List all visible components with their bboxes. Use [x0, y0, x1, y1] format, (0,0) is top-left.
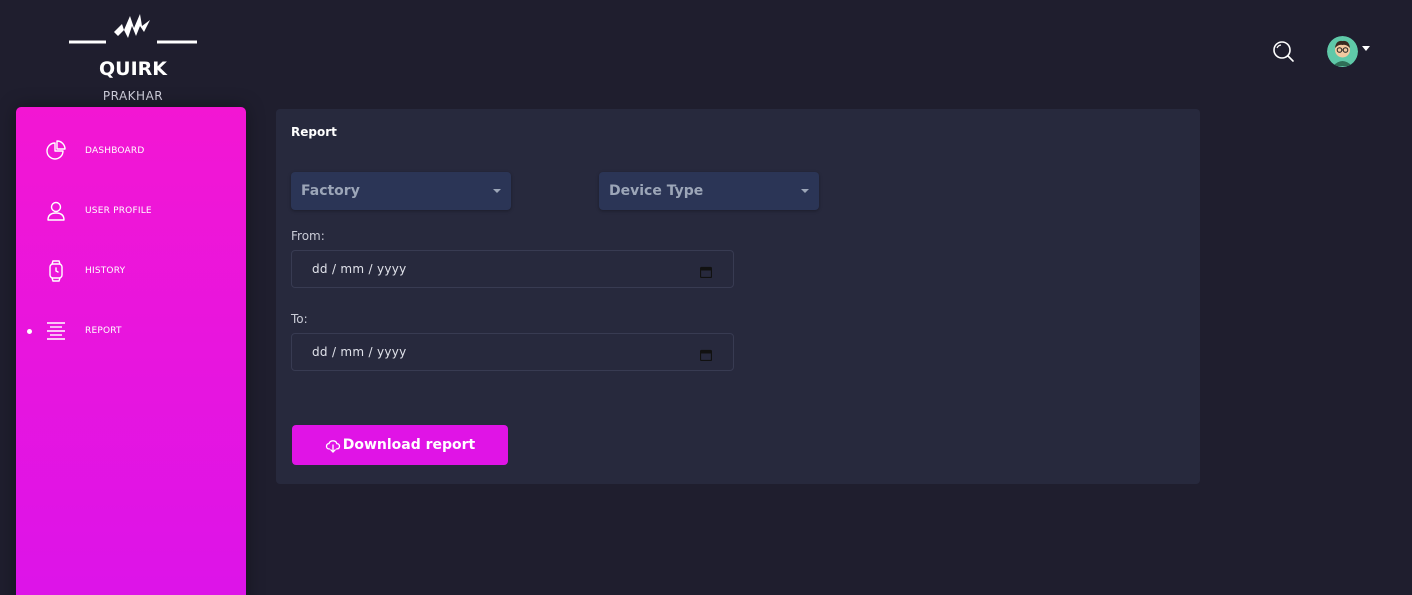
to-date-value: dd / mm / yyyy: [312, 345, 407, 359]
search-icon[interactable]: [1271, 39, 1295, 63]
report-card: Report Factory Device Type From: dd / mm…: [276, 109, 1200, 484]
brand-name: QUIRK: [98, 58, 167, 80]
sidebar-item-label: DASHBOARD: [85, 146, 145, 156]
user-icon: [44, 199, 68, 223]
sidebar-item-user-profile[interactable]: USER PROFILE: [16, 191, 246, 231]
active-indicator: [27, 328, 32, 334]
calendar-icon[interactable]: [699, 263, 713, 279]
sidebar-item-history[interactable]: HISTORY: [16, 251, 246, 291]
sidebar: DASHBOARD USER PROFILE HISTORY REPORT: [16, 107, 246, 595]
device-type-select[interactable]: Device Type: [599, 172, 819, 210]
sidebar-item-label: HISTORY: [85, 266, 126, 276]
align-center-icon: [44, 319, 68, 343]
chevron-down-icon: [801, 189, 809, 193]
from-label: From:: [291, 229, 325, 243]
chevron-down-icon[interactable]: [1362, 46, 1370, 51]
logo-emblem-icon: [69, 14, 197, 44]
avatar[interactable]: [1327, 36, 1358, 67]
cloud-download-icon: [325, 438, 341, 454]
sidebar-item-report[interactable]: REPORT: [16, 311, 246, 351]
device-type-select-label: Device Type: [609, 183, 704, 199]
page-title: Report: [291, 125, 337, 139]
sidebar-item-label: USER PROFILE: [85, 206, 152, 216]
download-report-label: Download report: [342, 437, 476, 453]
chevron-down-icon: [493, 189, 501, 193]
from-date-input[interactable]: dd / mm / yyyy: [291, 250, 734, 288]
brand-logo: QUIRK PRAKHAR: [64, 10, 202, 103]
factory-select[interactable]: Factory: [291, 172, 511, 210]
watch-icon: [44, 259, 68, 283]
download-report-button[interactable]: Download report: [292, 425, 508, 465]
from-date-value: dd / mm / yyyy: [312, 262, 407, 276]
sidebar-item-label: REPORT: [85, 326, 122, 336]
calendar-icon[interactable]: [699, 346, 713, 362]
factory-select-label: Factory: [301, 183, 360, 199]
pie-chart-icon: [44, 139, 68, 163]
to-date-input[interactable]: dd / mm / yyyy: [291, 333, 734, 371]
to-label: To:: [291, 312, 308, 326]
brand-user: PRAKHAR: [102, 89, 164, 103]
sidebar-item-dashboard[interactable]: DASHBOARD: [16, 131, 246, 171]
